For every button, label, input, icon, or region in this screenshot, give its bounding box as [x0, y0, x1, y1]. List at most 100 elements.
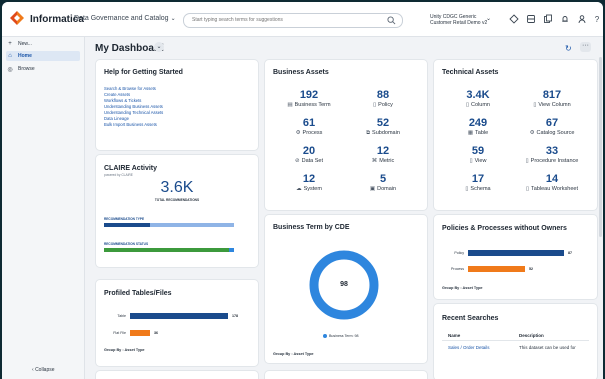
metric-label-row: ⌘ Metric — [347, 157, 419, 165]
informatica-logo-icon[interactable] — [10, 11, 24, 25]
sidebar-item-new[interactable]: + New... — [6, 39, 80, 49]
column-header-name[interactable]: Name — [448, 333, 460, 338]
recent-search-link[interactable]: Sales / Order Details — [448, 345, 490, 350]
metric-label-row: ▣ Domain — [347, 185, 419, 193]
business_assets-metric-process[interactable]: 61 ⚙ Process — [273, 117, 345, 137]
technical_assets-metric-schema[interactable]: 17 ▯ Schema — [442, 173, 514, 193]
business_assets-metric-subdomain[interactable]: 52 ⧉ Subdomain — [347, 117, 419, 137]
business_assets-metric-metric[interactable]: 12 ⌘ Metric — [347, 145, 419, 165]
help-link-create-assets[interactable]: Create Assets — [104, 92, 130, 97]
technical_assets-metric-catalog-source[interactable]: 67 ⚙ Catalog Source — [516, 117, 588, 137]
business_assets-metric-domain[interactable]: 5 ▣ Domain — [347, 173, 419, 193]
search-icon[interactable] — [387, 16, 396, 25]
recommendation-type-label: RECOMMENDATION TYPE — [104, 217, 145, 221]
technical_assets-metric-view[interactable]: 59 ▯ View — [442, 145, 514, 165]
view-icon: ▯ — [469, 158, 473, 164]
dashboard-menu-chevron-icon[interactable]: ⌄ — [154, 42, 164, 52]
metric-label-row: ▤ Business Term — [273, 101, 345, 109]
bar-label-table: Table — [117, 314, 126, 318]
catalog-source-icon: ⚙ — [529, 130, 535, 136]
help-link-technical-assets[interactable]: Understanding Technical Assets — [104, 110, 163, 115]
process-icon: ⚙ — [295, 130, 301, 136]
metric-label-row: ▦ Table — [442, 129, 514, 137]
bar-value-policy: 87 — [568, 251, 572, 255]
domain-icon: ▣ — [369, 186, 376, 192]
metric-value: 14 — [545, 173, 559, 185]
view-column-icon: ▯ — [533, 102, 537, 108]
card-title: Technical Assets — [442, 69, 499, 76]
org-selector[interactable]: Unity CDGC Generic Customer Retail Demo … — [430, 14, 487, 26]
partial-card — [264, 370, 428, 379]
sidebar: + New... ⌂ Home ◎ Browse ‹ Collapse — [2, 37, 85, 379]
metric-value: 20 — [302, 145, 316, 157]
refresh-icon[interactable]: ↻ — [565, 44, 572, 53]
help-link-business-assets[interactable]: Understanding Business Assets — [104, 104, 163, 109]
profiled-tables-card: Profiled Tables/Files Table 178 Flat Fil… — [95, 279, 259, 367]
recommendation-type-bar[interactable] — [104, 223, 234, 227]
more-options-icon[interactable]: ··· — [580, 42, 591, 52]
metric-label: View — [474, 158, 487, 164]
business_assets-metric-policy[interactable]: 88 ▯ Policy — [347, 89, 419, 109]
tableau-worksheet-icon: ▯ — [525, 186, 530, 192]
help-link-search-browse[interactable]: Search & Browse for Assets — [104, 86, 156, 91]
metric-value: 33 — [545, 145, 559, 157]
policy-icon: ▯ — [373, 102, 377, 108]
bell-icon[interactable] — [558, 12, 572, 26]
collapse-sidebar-button[interactable]: ‹ Collapse — [32, 367, 55, 373]
metric-label-row: ⧉ Subdomain — [347, 129, 419, 137]
status-segment-0[interactable] — [104, 248, 229, 252]
metric-label-row: ▯ Procedure Instance — [516, 157, 588, 165]
group-by-label: Group By : Asset Type — [442, 286, 483, 290]
column-header-description[interactable]: Description — [519, 333, 544, 338]
metric-label-row: ▯ View Column — [516, 101, 588, 109]
person-icon[interactable] — [575, 12, 589, 26]
sidebar-item-home[interactable]: ⌂ Home — [6, 51, 80, 61]
metric-value: 61 — [302, 117, 316, 129]
column-icon: ▯ — [466, 102, 470, 108]
chevron-down-icon[interactable]: ⌄ — [486, 15, 491, 22]
recommendation-status-bar[interactable] — [104, 248, 234, 252]
search-input[interactable] — [192, 15, 377, 25]
metric-label-row: ☁ System — [273, 185, 345, 193]
business_assets-metric-system[interactable]: 12 ☁ System — [273, 173, 345, 193]
technical_assets-metric-tableau-worksheet[interactable]: 14 ▯ Tableau Worksheet — [516, 173, 588, 193]
metric-label-row: ▯ Schema — [442, 185, 514, 193]
metric-label: Schema — [470, 186, 491, 192]
global-search[interactable] — [183, 13, 403, 28]
product-switcher[interactable]: Data Governance and Catalog ⌄ — [74, 15, 176, 22]
copy-icon[interactable] — [541, 12, 555, 26]
help-link-workflows[interactable]: Workflows & Tickets — [104, 98, 141, 103]
technical_assets-metric-procedure-instance[interactable]: 33 ▯ Procedure Instance — [516, 145, 588, 165]
sidebar-item-label: Home — [18, 53, 32, 59]
claire-activity-card: CLAIRE Activity powered by CLAIRE 3.6K T… — [95, 154, 259, 268]
metric-value: 249 — [468, 117, 488, 129]
bar-process[interactable] — [468, 266, 525, 272]
business_assets-metric-business-term[interactable]: 192 ▤ Business Term — [273, 89, 345, 109]
business-assets-card: Business Assets 192 ▤ Business Term 88 ▯ Poli… — [264, 59, 428, 211]
help-link-data-lineage[interactable]: Data Lineage — [104, 116, 129, 121]
database-icon[interactable] — [524, 12, 538, 26]
metric-label-row: ▯ Tableau Worksheet — [516, 185, 588, 193]
help-link-bulk-import[interactable]: Bulk Import Business Assets — [104, 122, 157, 127]
feature-icon[interactable] — [507, 12, 521, 26]
technical_assets-metric-table[interactable]: 249 ▦ Table — [442, 117, 514, 137]
help-icon[interactable]: ? — [590, 12, 603, 26]
status-segment-1[interactable] — [228, 248, 234, 252]
bar-flat-file[interactable] — [130, 330, 150, 336]
bar-table[interactable] — [130, 313, 228, 319]
metric-label: Data Set — [301, 158, 323, 164]
card-title: Business Term by CDE — [273, 224, 350, 231]
bar-value-process: 52 — [529, 267, 533, 271]
technical-assets-card: Technical Assets 3.4K ▯ Column 817 ▯ View Col… — [433, 59, 598, 211]
technical_assets-metric-column[interactable]: 3.4K ▯ Column — [442, 89, 514, 109]
technical_assets-metric-view-column[interactable]: 817 ▯ View Column — [516, 89, 588, 109]
metric-value: 192 — [299, 89, 319, 101]
scrollbar[interactable] — [599, 57, 602, 237]
type-segment-1[interactable] — [149, 223, 234, 227]
bar-policy[interactable] — [468, 250, 564, 256]
metric-icon: ⌘ — [371, 158, 378, 164]
type-segment-0[interactable] — [104, 223, 150, 227]
business_assets-metric-data-set[interactable]: 20 ⊘ Data Set — [273, 145, 345, 165]
sidebar-item-browse[interactable]: ◎ Browse — [6, 64, 80, 74]
metric-label: Tableau Worksheet — [531, 186, 578, 192]
